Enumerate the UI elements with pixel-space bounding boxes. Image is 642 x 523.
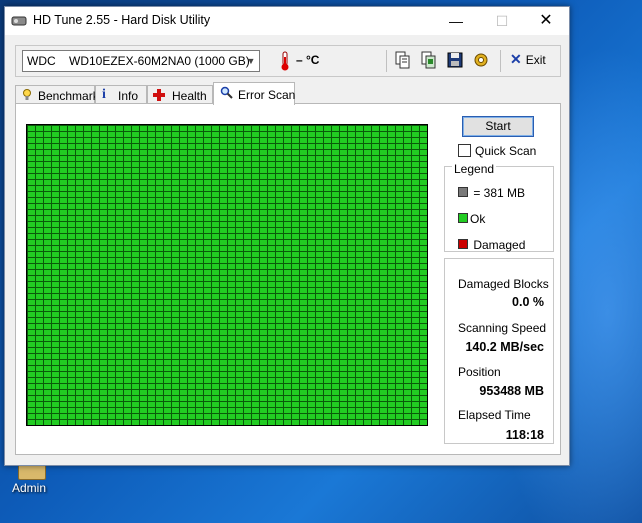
scanning-speed-value: 140.2 MB/sec (465, 340, 544, 354)
elapsed-time-value: 118:18 (505, 428, 544, 442)
exit-button[interactable]: ✕ Exit (510, 51, 546, 69)
close-button[interactable]: ✕ (523, 7, 569, 35)
tab-label: Info (118, 89, 139, 103)
legend-block-size: = 381 MB (458, 186, 525, 200)
thermometer-icon (281, 51, 289, 71)
legend-block-label: = 381 MB (473, 186, 526, 200)
tab-info[interactable]: i Info (95, 85, 147, 104)
legend-title: Legend (452, 162, 497, 176)
start-button[interactable]: Start (462, 116, 534, 137)
elapsed-time-label: Elapsed Time (458, 408, 531, 422)
tab-error-scan[interactable]: Error Scan (213, 82, 295, 105)
options-icon[interactable] (472, 51, 490, 69)
drive-select[interactable]: WDC WD10EZEX-60M2NA0 (1000 GB) ▼ (22, 50, 260, 72)
damaged-blocks-label: Damaged Blocks (458, 277, 549, 291)
legend-block-swatch (458, 187, 468, 197)
exit-label: Exit (525, 53, 546, 67)
benchmark-icon (23, 89, 31, 100)
desktop-icon-label[interactable]: Admin (12, 481, 46, 495)
legend-damaged: Damaged (458, 238, 525, 252)
tab-label: Benchmark (38, 89, 99, 103)
toolbar: WDC WD10EZEX-60M2NA0 (1000 GB) ▼ – °C ✕ … (15, 45, 561, 77)
legend-ok-label: Ok (470, 212, 486, 226)
window-title: HD Tune 2.55 - Hard Disk Utility (33, 13, 211, 27)
minimize-button[interactable]: — (433, 7, 479, 35)
toolbar-divider (500, 50, 501, 72)
hard-disk-icon (11, 16, 27, 26)
copy-info-icon[interactable] (394, 51, 412, 69)
legend-damaged-label: Damaged (473, 238, 526, 252)
temperature-readout: – °C (296, 53, 320, 67)
tab-health[interactable]: Health (147, 85, 213, 104)
tab-label: Error Scan (238, 88, 296, 102)
position-label: Position (458, 365, 501, 379)
chevron-down-icon[interactable]: ▼ (243, 51, 259, 71)
toolbar-divider (386, 50, 387, 72)
scanning-speed-label: Scanning Speed (458, 321, 547, 335)
quick-scan-checkbox[interactable] (458, 144, 471, 157)
quick-scan-option[interactable]: Quick Scan (458, 144, 536, 158)
magnifier-icon (220, 86, 233, 99)
legend-ok-swatch (458, 213, 468, 223)
save-icon[interactable] (446, 51, 464, 69)
legend-damaged-swatch (458, 239, 468, 249)
info-icon: i (102, 87, 106, 102)
legend-ok: Ok (458, 212, 485, 226)
quick-scan-label: Quick Scan (475, 144, 537, 158)
damaged-blocks-value: 0.0 % (512, 295, 544, 309)
scan-block-grid (26, 124, 428, 426)
exit-icon: ✕ (510, 51, 522, 67)
health-icon (153, 89, 165, 101)
maximize-button[interactable]: ☐ (479, 7, 525, 35)
tab-label: Health (172, 89, 207, 103)
title-bar[interactable]: HD Tune 2.55 - Hard Disk Utility — ☐ ✕ (5, 7, 569, 35)
app-window: HD Tune 2.55 - Hard Disk Utility — ☐ ✕ W… (4, 6, 570, 466)
tab-benchmark[interactable]: Benchmark (15, 85, 99, 104)
error-scan-panel: Start Quick Scan Legend = 381 MB Ok Dama… (15, 103, 561, 455)
copy-screen-icon[interactable] (420, 51, 438, 69)
drive-select-value: WDC WD10EZEX-60M2NA0 (1000 GB) (27, 54, 250, 68)
position-value: 953488 MB (479, 384, 544, 398)
